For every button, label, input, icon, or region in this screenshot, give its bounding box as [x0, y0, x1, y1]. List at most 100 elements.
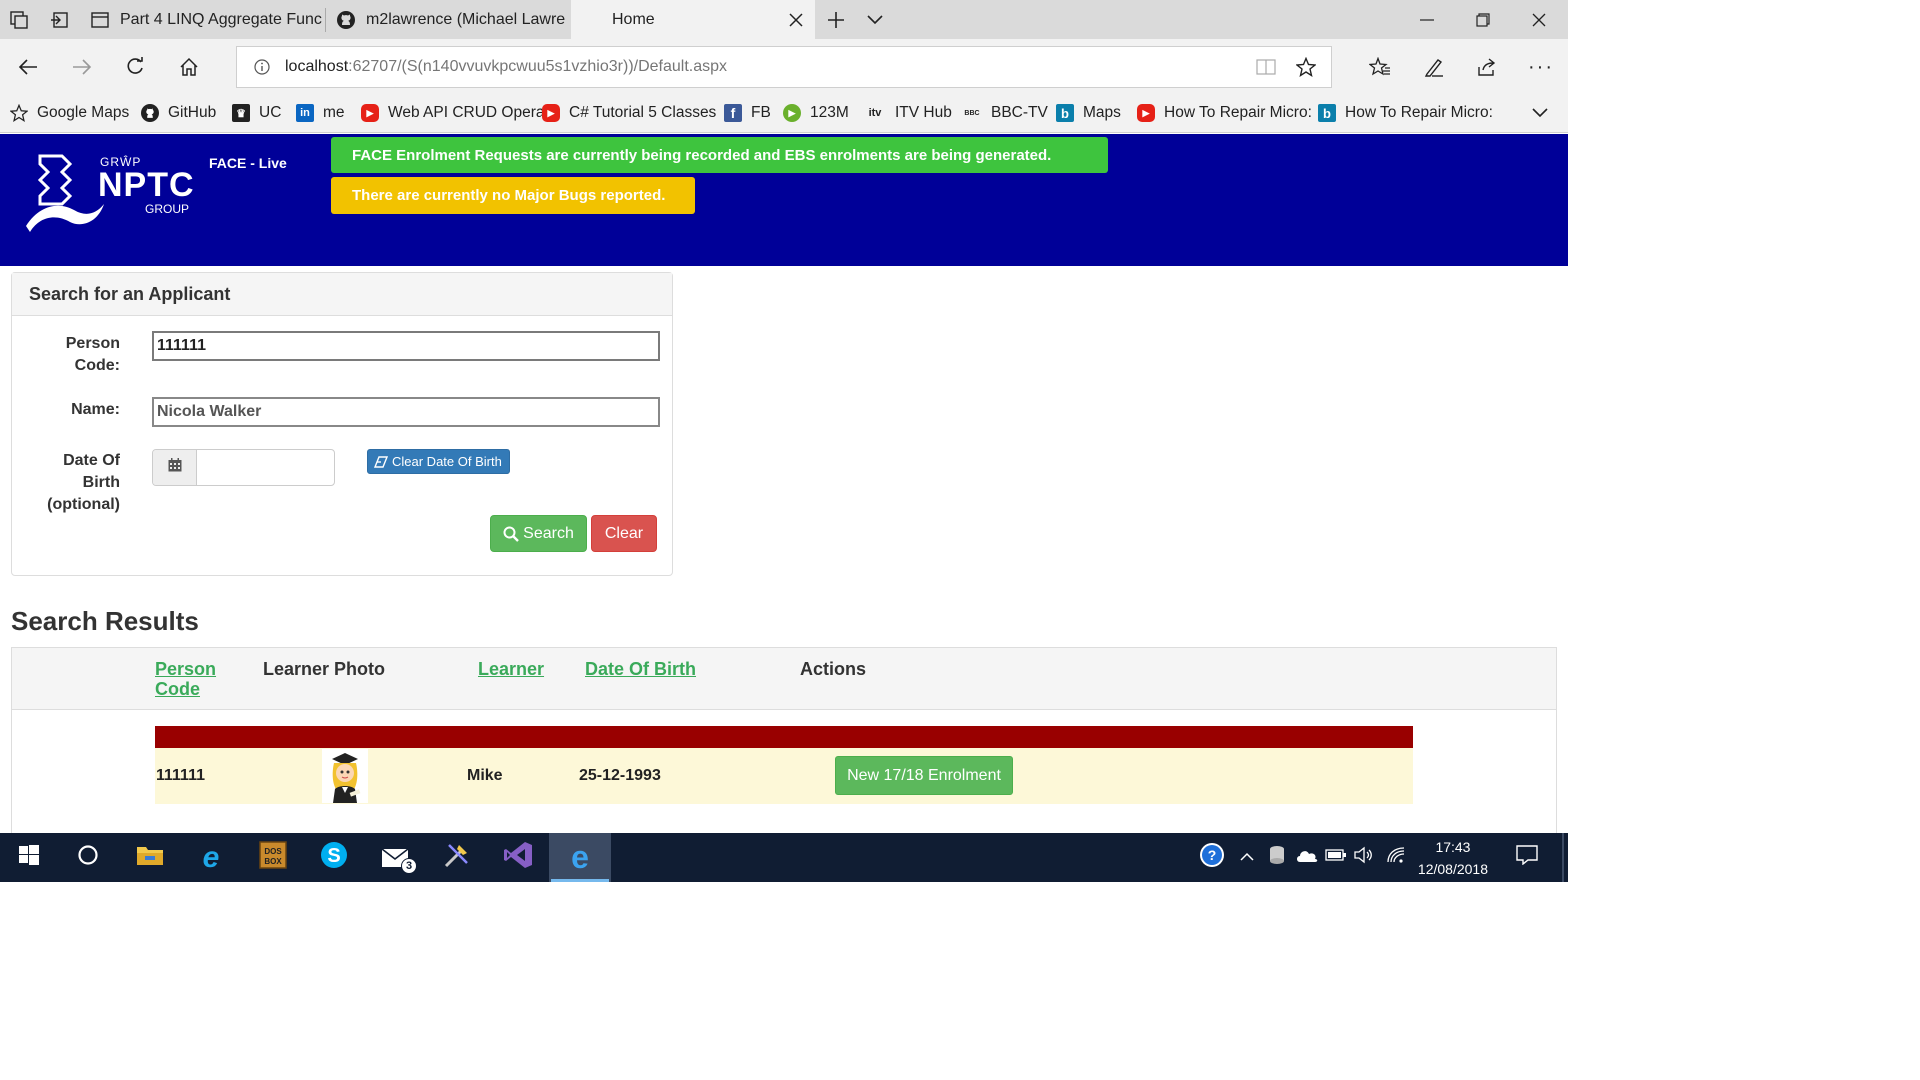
dosbox-button[interactable]: DOS BOX: [245, 833, 301, 882]
tab-actions-icon[interactable]: [8, 9, 30, 31]
onedrive-tray-button[interactable]: [1294, 833, 1320, 882]
calendar-button[interactable]: [153, 450, 197, 485]
edge-button[interactable]: e: [549, 833, 611, 882]
favorites-hub-icon[interactable]: [1366, 54, 1394, 80]
notification-icon: [1516, 845, 1538, 870]
cloud-icon: [1295, 847, 1319, 868]
dob-label: Date Of Birth (optional): [20, 450, 120, 516]
favorite-label: GitHub: [168, 104, 217, 121]
tab-home[interactable]: Home: [571, 0, 815, 39]
tools-icon: [443, 841, 471, 874]
favorite-maps[interactable]: b Maps: [1056, 94, 1121, 132]
tab-github[interactable]: m2lawrence (Michael Lawre: [326, 0, 571, 39]
windows-logo-icon: [19, 845, 39, 870]
set-tabs-aside-icon[interactable]: [48, 9, 70, 31]
web-note-icon[interactable]: [1420, 54, 1448, 80]
address-bar[interactable]: localhost:62707/(S(n140vvuvkpcwuu5s1vzhi…: [236, 46, 1332, 88]
restore-icon[interactable]: [1470, 8, 1496, 32]
favorite-web-api[interactable]: ▶ Web API CRUD Opera: [361, 94, 545, 132]
favorite-repair-2[interactable]: b How To Repair Micro:: [1318, 94, 1493, 132]
taskbar-clock[interactable]: 17:43 12/08/2018: [1418, 836, 1488, 880]
favorite-csharp-tutorial[interactable]: ▶ C# Tutorial 5 Classes: [542, 94, 716, 132]
visual-studio-button[interactable]: [490, 833, 546, 882]
cortana-button[interactable]: [60, 833, 116, 882]
skype-button[interactable]: S: [306, 833, 362, 882]
dob-input[interactable]: [198, 450, 334, 485]
favorite-123m[interactable]: ▶ 123M: [783, 94, 849, 132]
tab-preview-chevron-icon[interactable]: [863, 8, 887, 32]
url-path: :62707/(S(n140vvuvkpcwuu5s1vzhio3r))/Def…: [348, 58, 728, 75]
favorite-label: Web API CRUD Opera: [388, 104, 545, 121]
internet-explorer-icon: e: [202, 840, 220, 874]
favorite-label: me: [323, 104, 345, 121]
site-info-icon[interactable]: [253, 58, 271, 76]
favorite-itv-hub[interactable]: itv ITV Hub: [864, 94, 952, 132]
close-window-icon[interactable]: [1526, 8, 1552, 32]
bing-icon: b: [1056, 104, 1074, 122]
name-input[interactable]: [152, 397, 660, 427]
clear-dob-button[interactable]: Clear Date Of Birth: [367, 449, 510, 474]
file-explorer-button[interactable]: [122, 833, 178, 882]
favorite-google-maps[interactable]: Google Maps: [10, 94, 129, 132]
close-tab-icon[interactable]: [785, 9, 807, 31]
favorite-me[interactable]: in me: [296, 94, 345, 132]
new-enrolment-button[interactable]: New 17/18 Enrolment: [835, 756, 1013, 795]
svg-text:?: ?: [1208, 847, 1217, 863]
person-code-input[interactable]: [152, 331, 660, 361]
clock-time: 17:43: [1435, 839, 1471, 855]
environment-label: FACE - Live: [209, 155, 287, 171]
help-tray-button[interactable]: ?: [1196, 833, 1228, 882]
dob-label-line3: (optional): [47, 496, 120, 513]
minimize-icon[interactable]: [1414, 8, 1440, 32]
favorite-label: Maps: [1083, 104, 1121, 121]
internet-explorer-button[interactable]: e: [183, 833, 239, 882]
favorite-fb[interactable]: f FB: [724, 94, 771, 132]
volume-icon: [1354, 846, 1374, 869]
name-label: Name:: [71, 401, 120, 418]
clear-button[interactable]: Clear: [591, 515, 657, 552]
linkedin-icon: in: [296, 104, 314, 122]
uc-icon: ♛: [232, 104, 250, 122]
tools-app-button[interactable]: [429, 833, 485, 882]
start-button[interactable]: [0, 833, 58, 882]
chevron-up-icon: [1240, 849, 1254, 867]
forward-icon[interactable]: [68, 54, 96, 80]
favorite-bbc-tv[interactable]: BBC BBC-TV: [962, 94, 1047, 132]
tab-linq[interactable]: Part 4 LINQ Aggregate Func: [80, 0, 325, 39]
action-center-button[interactable]: [1510, 833, 1544, 882]
volume-tray-button[interactable]: [1352, 833, 1376, 882]
favorites-overflow-chevron-icon[interactable]: [1528, 102, 1552, 124]
reading-view-icon[interactable]: [1255, 57, 1277, 77]
favorite-repair-1[interactable]: ▶ How To Repair Micro:: [1137, 94, 1312, 132]
person-code-column-header[interactable]: Person Code: [155, 659, 216, 699]
favorite-uc[interactable]: ♛ UC: [232, 94, 281, 132]
clock-date: 12/08/2018: [1417, 861, 1488, 877]
search-button[interactable]: Search: [490, 515, 587, 552]
eraser-icon: [374, 455, 388, 468]
svg-text:BOX: BOX: [264, 857, 282, 866]
learner-photo-column-header: Learner Photo: [263, 659, 386, 679]
storage-tray-button[interactable]: [1266, 833, 1288, 882]
home-icon[interactable]: [175, 54, 203, 80]
show-desktop-button[interactable]: [1562, 833, 1564, 882]
new-tab-icon[interactable]: [823, 8, 849, 32]
url-text: localhost:62707/(S(n140vvuvkpcwuu5s1vzhi…: [285, 58, 727, 76]
more-icon[interactable]: ···: [1527, 54, 1555, 80]
svg-text:S: S: [327, 845, 340, 867]
youtube-icon: ▶: [1137, 104, 1155, 122]
share-icon[interactable]: [1473, 54, 1501, 80]
dob-column-header[interactable]: Date Of Birth: [585, 659, 696, 679]
battery-tray-button[interactable]: [1324, 833, 1348, 882]
back-icon[interactable]: [14, 54, 42, 80]
row-dob: 25-12-1993: [579, 767, 661, 784]
mail-button[interactable]: 3: [368, 833, 424, 882]
dosbox-icon: DOS BOX: [259, 841, 287, 874]
refresh-icon[interactable]: [121, 54, 149, 80]
favorite-github[interactable]: GitHub: [141, 94, 216, 132]
favorite-star-icon[interactable]: [1295, 56, 1317, 78]
favorite-label: FB: [751, 104, 771, 121]
learner-column-header[interactable]: Learner: [478, 659, 544, 679]
wifi-tray-button[interactable]: [1384, 833, 1408, 882]
logo-main-text: NPTC: [98, 166, 195, 204]
show-hidden-icons-button[interactable]: [1236, 833, 1258, 882]
